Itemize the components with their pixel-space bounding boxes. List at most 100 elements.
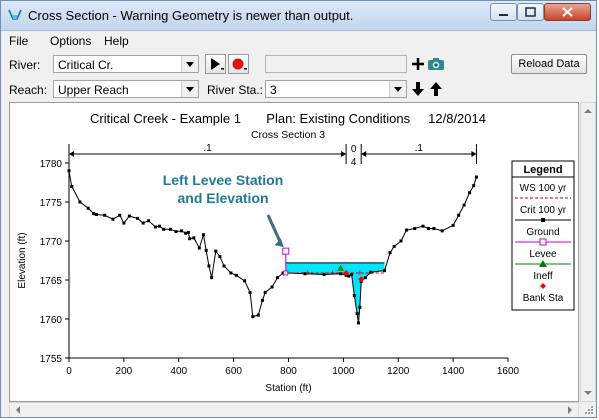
x-tick-label: 1400 — [442, 366, 465, 377]
ground-point — [158, 224, 162, 228]
menu-file[interactable]: File — [9, 34, 28, 48]
x-tick-label: 1600 — [497, 366, 520, 377]
crit-marker: + — [357, 268, 362, 278]
ground-point — [352, 294, 356, 298]
legend-label: WS 100 yr — [520, 183, 567, 194]
river-sta-value: 3 — [270, 83, 277, 97]
reach-dropdown[interactable]: Upper Reach — [53, 80, 199, 98]
river-dropdown[interactable]: Critical Cr. — [53, 55, 199, 73]
legend-label: Levee — [529, 249, 557, 260]
ground-point — [356, 321, 360, 325]
ground-point — [358, 305, 362, 309]
camera-button[interactable] — [427, 56, 445, 72]
y-tick-label: 1760 — [40, 315, 63, 326]
ground-point — [363, 276, 367, 280]
mannings-value: 4 — [351, 157, 357, 168]
ground-point — [404, 228, 408, 232]
play-icon — [211, 58, 224, 70]
ground-point — [243, 279, 247, 283]
menu-options[interactable]: Options — [50, 34, 91, 48]
ground-point — [399, 239, 403, 243]
maximize-icon — [525, 7, 536, 17]
vertical-scrollbar[interactable] — [580, 102, 596, 402]
chevron-down-icon[interactable] — [389, 81, 406, 97]
mannings-value: 0 — [351, 144, 357, 155]
ground-point — [276, 276, 280, 280]
y-tick-label: 1765 — [40, 276, 63, 287]
river-value: Critical Cr. — [58, 58, 114, 72]
previous-station-button[interactable] — [428, 80, 444, 98]
legend-label: Bank Sta — [523, 293, 564, 304]
close-icon — [562, 7, 573, 17]
maximize-button[interactable] — [517, 3, 544, 21]
ground-point — [248, 290, 252, 294]
ground-point — [174, 230, 178, 234]
ground-point — [186, 230, 190, 234]
title-bar[interactable]: Cross Section - Warning Geometry is newe… — [1, 1, 596, 31]
ground-point — [147, 219, 151, 223]
annotation-arrow-shaft — [266, 214, 282, 242]
legend-title: Legend — [523, 164, 562, 176]
reach-value: Upper Reach — [58, 83, 129, 97]
plot-panel[interactable]: Critical Creek - Example 1 Plan: Existin… — [9, 102, 579, 402]
legend-label: Ground — [526, 227, 559, 238]
scroll-left-icon[interactable] — [12, 403, 24, 417]
resize-grip-icon[interactable] — [582, 403, 594, 415]
ground-point — [70, 184, 74, 188]
add-button[interactable] — [410, 56, 426, 72]
x-tick-label: 400 — [170, 366, 187, 377]
horizontal-scrollbar[interactable] — [9, 402, 579, 417]
ground-point — [210, 276, 214, 280]
plus-icon — [412, 58, 424, 70]
ground-point — [234, 273, 238, 277]
record-icon — [232, 58, 247, 70]
legend-marker — [539, 238, 547, 246]
menu-help[interactable]: Help — [104, 34, 129, 48]
ground-point — [260, 298, 264, 302]
scroll-up-icon[interactable] — [581, 105, 595, 117]
ground-point — [201, 233, 205, 237]
ground-point — [468, 191, 472, 195]
scroll-right-icon[interactable] — [564, 403, 576, 417]
close-button[interactable] — [544, 3, 591, 21]
ground-point — [214, 249, 218, 253]
mannings-arrow — [341, 151, 347, 157]
ground-point — [127, 214, 131, 218]
annotation-line: Left Levee Station — [163, 172, 284, 188]
window-title: Cross Section - Warning Geometry is newe… — [28, 8, 354, 23]
ground-point — [251, 315, 255, 319]
ground-point — [383, 269, 387, 273]
x-axis-label: Station (ft) — [265, 383, 311, 394]
ground-point — [451, 223, 455, 227]
play-animation-button[interactable] — [205, 54, 226, 74]
minimize-icon — [499, 14, 508, 16]
chevron-down-icon[interactable] — [181, 81, 198, 97]
profile-field[interactable] — [265, 55, 407, 73]
menu-bar: File Options Help — [1, 31, 596, 51]
x-tick-label: 0 — [66, 366, 72, 377]
arrow-up-icon — [430, 82, 442, 96]
record-button[interactable] — [228, 54, 249, 74]
mannings-value: .1 — [203, 143, 212, 154]
scroll-down-icon[interactable] — [581, 387, 595, 399]
ground-point — [122, 221, 126, 225]
next-station-button[interactable] — [410, 80, 426, 98]
annotation-line: and Elevation — [177, 190, 268, 206]
chevron-down-icon[interactable] — [181, 56, 198, 72]
y-tick-label: 1770 — [40, 237, 63, 248]
ground-point — [421, 224, 425, 228]
ground-point — [136, 216, 140, 220]
reload-data-button[interactable]: Reload Data — [511, 54, 587, 74]
ground-point — [388, 251, 392, 255]
ground-point — [426, 227, 430, 231]
ground-point — [118, 213, 122, 217]
ground-point — [392, 244, 396, 248]
ground-point — [440, 229, 444, 233]
reach-label: Reach: — [9, 83, 48, 97]
cross-section-plot: Critical Creek - Example 1 Plan: Existin… — [17, 111, 575, 394]
ground-point — [222, 264, 226, 268]
river-sta-dropdown[interactable]: 3 — [265, 80, 407, 98]
minimize-button[interactable] — [490, 3, 517, 21]
legend-label: Crit 100 yr — [520, 205, 567, 216]
arrow-down-icon — [412, 82, 424, 96]
